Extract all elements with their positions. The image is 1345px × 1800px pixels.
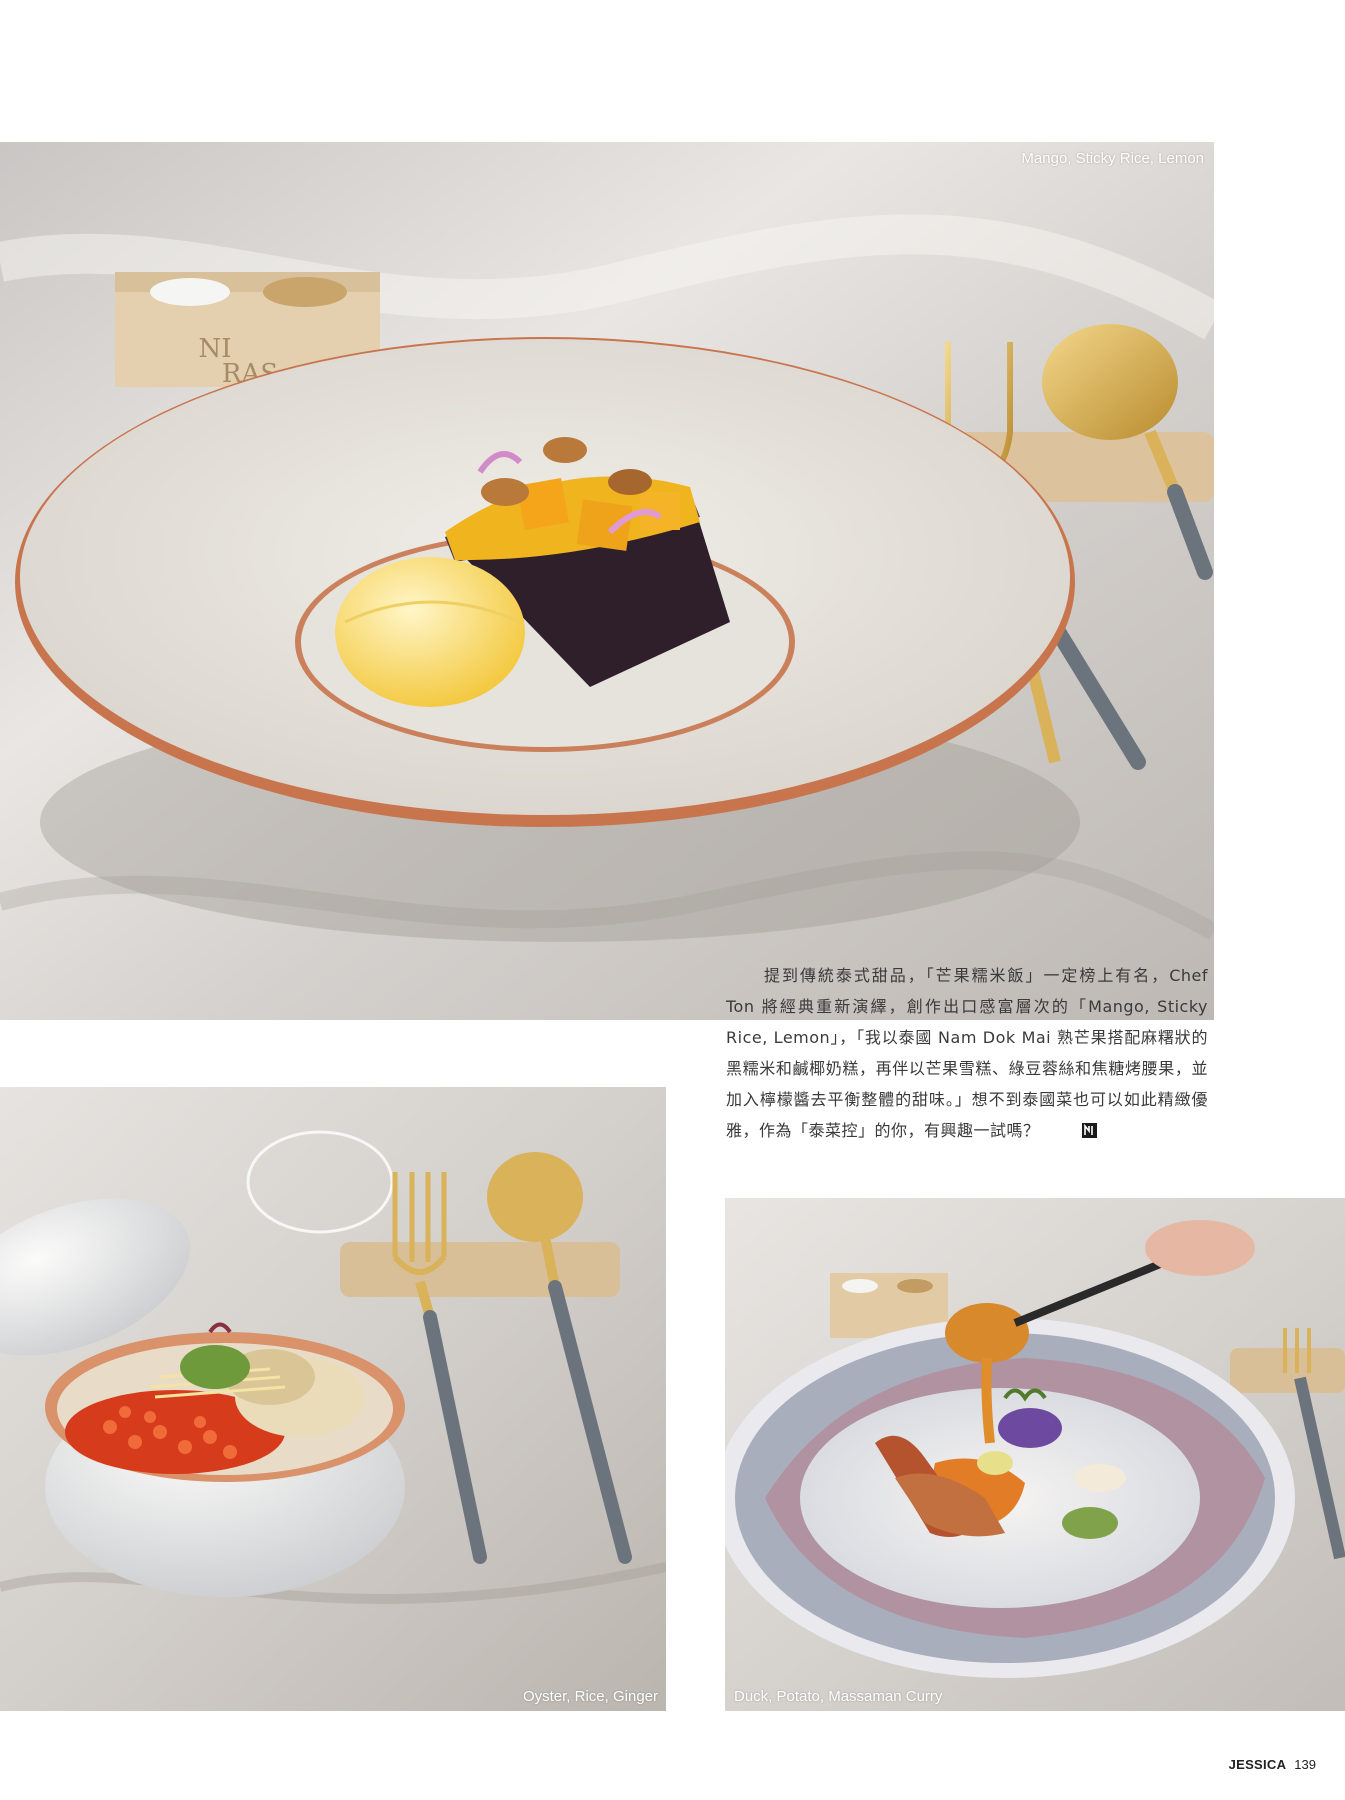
caption-mango-sticky-rice: Mango, Sticky Rice, Lemon [1021,150,1204,167]
caption-duck-potato-curry: Duck, Potato, Massaman Curry [734,1688,943,1705]
caption-oyster-rice-ginger: Oyster, Rice, Ginger [522,1688,658,1705]
magazine-name: JESSICA [1228,1757,1287,1772]
page-footer: JESSICA 139 [1229,1757,1316,1772]
article-body: 提到傳統泰式甜品，「芒果糯米飯」一定榜上有名，Chef Ton 將經典重新演繹，… [726,960,1208,1146]
photo-oyster-rice-ginger: Oyster, Rice, Ginger [0,1087,666,1711]
page-number: 139 [1294,1757,1316,1772]
end-mark-icon [1044,1117,1097,1138]
photo-duck-potato-curry: Duck, Potato, Massaman Curry [725,1198,1345,1711]
mango-sticky-rice-illustration: NI RAS [0,142,1214,1020]
article-text: 提到傳統泰式甜品，「芒果糯米飯」一定榜上有名，Chef Ton 將經典重新演繹，… [726,966,1208,1140]
main-photo-mango-sticky-rice: NI RAS Mango, Sticky Rice, Lemon [0,142,1214,1020]
duck-curry-illustration [725,1198,1345,1711]
oyster-rice-illustration [0,1087,666,1711]
